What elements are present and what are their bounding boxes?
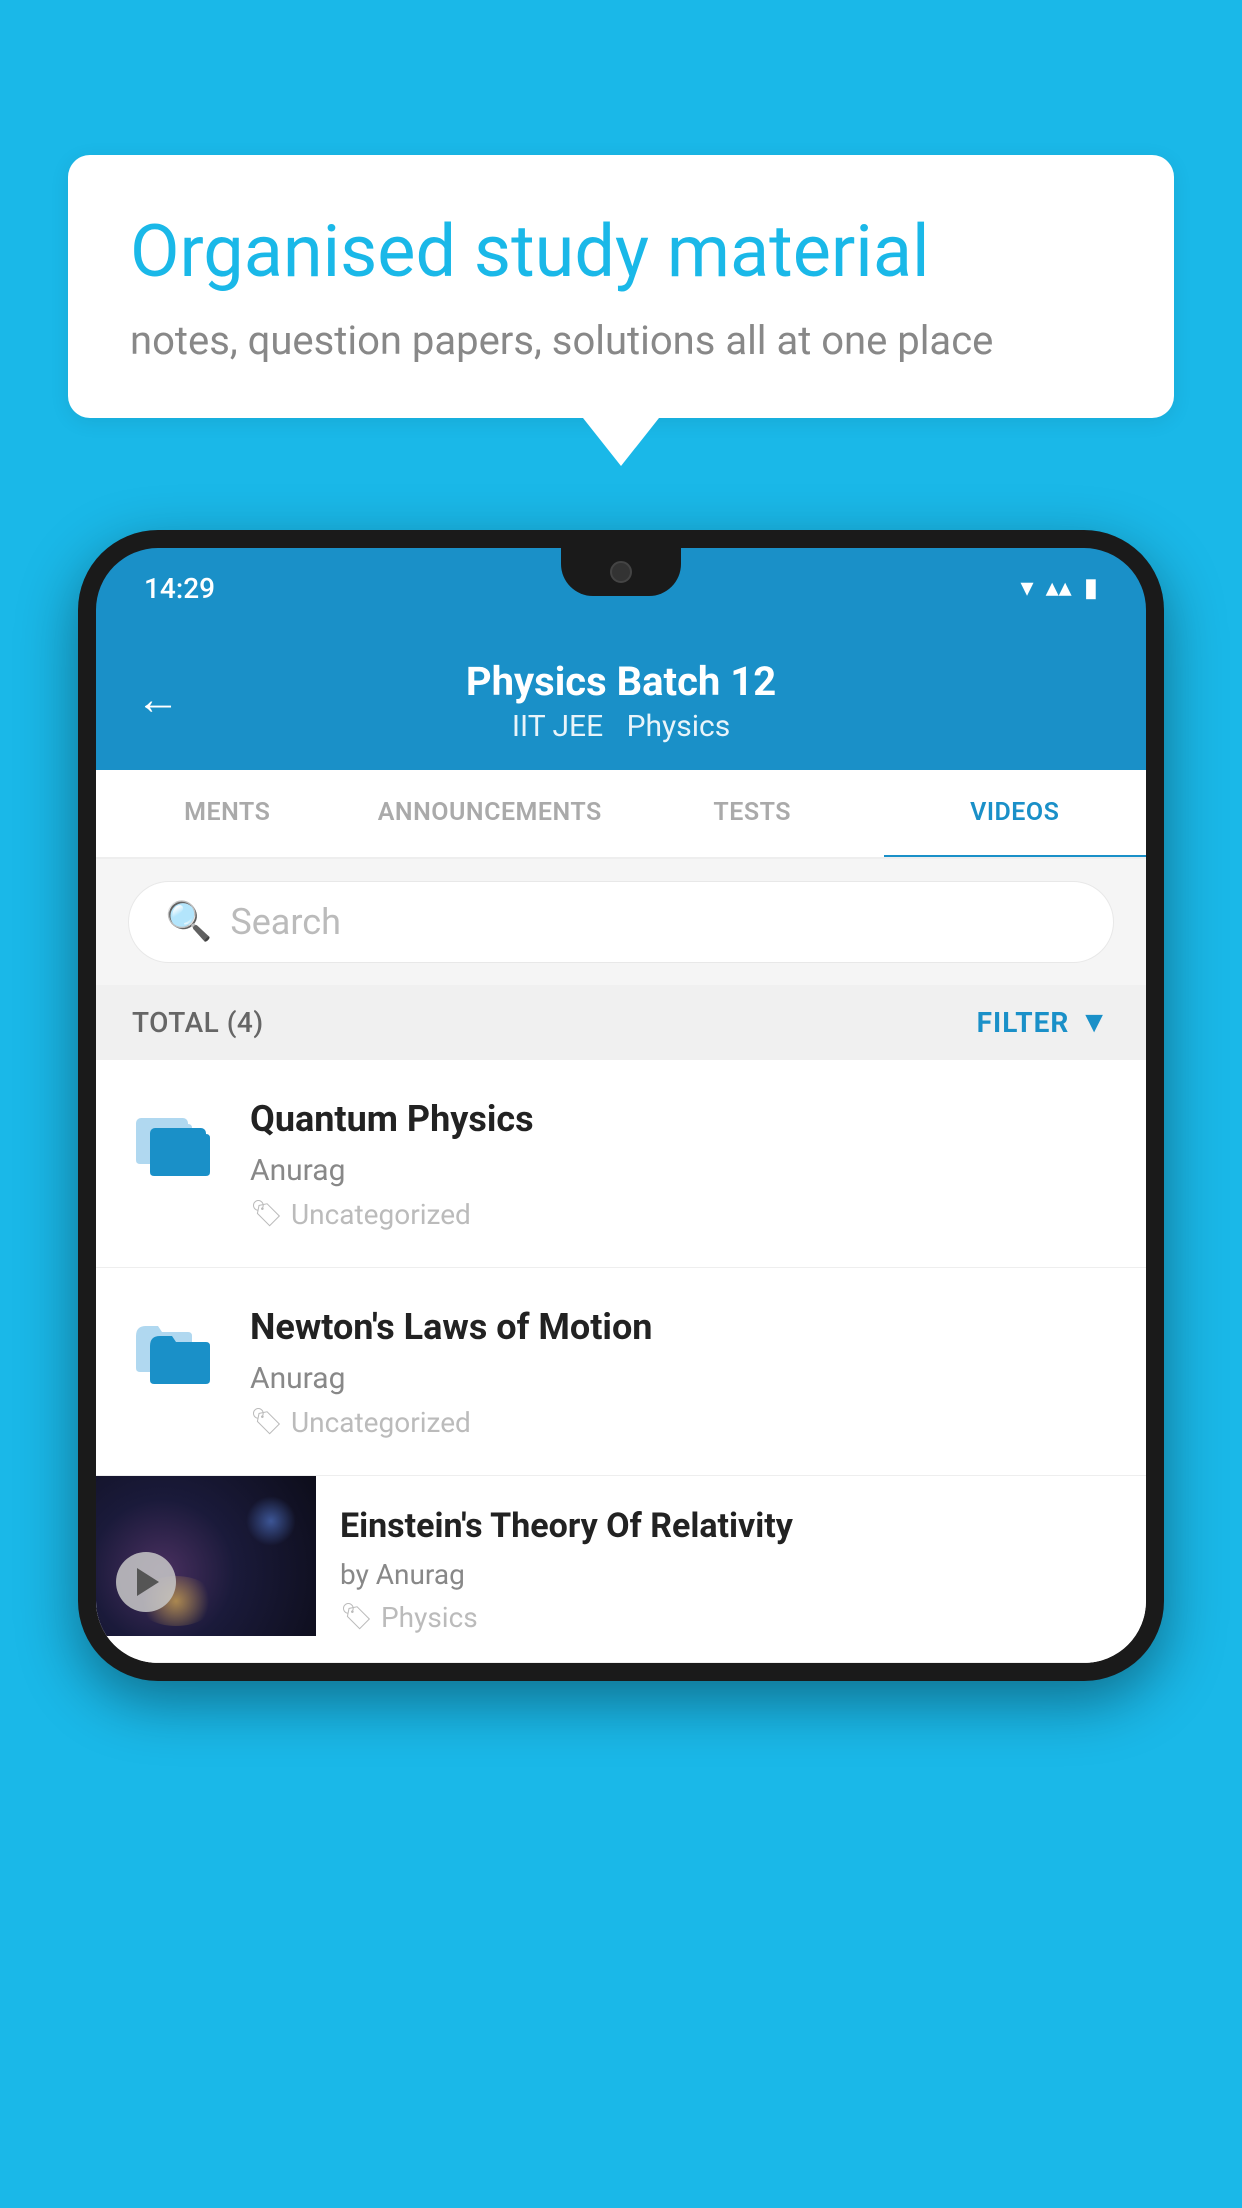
- phone-notch: [561, 548, 681, 596]
- tab-ments[interactable]: MENTS: [96, 770, 359, 859]
- play-triangle-icon: [137, 1568, 159, 1596]
- thumbnail-background: [96, 1476, 316, 1636]
- video-author: Anurag: [250, 1153, 1110, 1188]
- tabs-bar: MENTS ANNOUNCEMENTS TESTS VIDEOS: [96, 770, 1146, 859]
- search-box[interactable]: 🔍 Search: [128, 881, 1114, 963]
- bubble-arrow: [583, 418, 659, 466]
- tag-icon: 🏷: [250, 1407, 283, 1437]
- tab-tests[interactable]: TESTS: [621, 770, 884, 859]
- filter-button[interactable]: FILTER ▼: [977, 1005, 1110, 1040]
- tag-icon: 🏷: [340, 1602, 373, 1632]
- subtitle-iitjee: IIT JEE: [512, 709, 603, 744]
- video-tag: Uncategorized: [291, 1198, 471, 1231]
- video-author: by Anurag: [340, 1558, 1118, 1591]
- search-placeholder-text: Search: [230, 901, 341, 943]
- app-header-title: Physics Batch 12: [466, 658, 776, 705]
- video-title: Newton's Laws of Motion: [250, 1304, 1110, 1351]
- video-tag-row: 🏷 Uncategorized: [250, 1198, 1110, 1231]
- status-icons: ▾ ▴▴ ▮: [1021, 573, 1098, 603]
- video-tag: Uncategorized: [291, 1406, 471, 1439]
- filter-bar: TOTAL (4) FILTER ▼: [96, 985, 1146, 1060]
- folder-icon: [132, 1308, 220, 1396]
- folder-icon: [132, 1100, 220, 1188]
- total-label: TOTAL (4): [132, 1006, 264, 1039]
- list-item[interactable]: Newton's Laws of Motion Anurag 🏷 Uncateg…: [96, 1268, 1146, 1476]
- app-header: ← Physics Batch 12 IIT JEE Physics: [96, 628, 1146, 770]
- wifi-icon: ▾: [1021, 573, 1034, 603]
- tab-videos[interactable]: VIDEOS: [884, 770, 1147, 859]
- back-button[interactable]: ←: [136, 673, 180, 725]
- video-info: Quantum Physics Anurag 🏷 Uncategorized: [250, 1096, 1110, 1231]
- video-title: Einstein's Theory Of Relativity: [340, 1504, 1118, 1548]
- search-icon: 🔍: [165, 900, 212, 944]
- search-container: 🔍 Search: [96, 859, 1146, 985]
- tag-icon: 🏷: [250, 1199, 283, 1229]
- bubble-title: Organised study material: [130, 209, 1112, 295]
- video-tag-row: 🏷 Uncategorized: [250, 1406, 1110, 1439]
- subtitle-physics: Physics: [627, 709, 731, 744]
- play-button[interactable]: [116, 1552, 176, 1612]
- video-info: Newton's Laws of Motion Anurag 🏷 Uncateg…: [250, 1304, 1110, 1439]
- phone-wrapper: 14:29 ▾ ▴▴ ▮ ← Physics Batch 12 IIT JEE …: [78, 530, 1164, 2208]
- status-time: 14:29: [144, 572, 215, 605]
- video-author: Anurag: [250, 1361, 1110, 1396]
- video-tag: Physics: [381, 1601, 478, 1634]
- video-thumbnail: [96, 1476, 316, 1636]
- list-item[interactable]: Quantum Physics Anurag 🏷 Uncategorized: [96, 1060, 1146, 1268]
- bubble-subtitle: notes, question papers, solutions all at…: [130, 317, 1112, 364]
- video-list: Quantum Physics Anurag 🏷 Uncategorized: [96, 1060, 1146, 1663]
- tab-announcements[interactable]: ANNOUNCEMENTS: [359, 770, 622, 859]
- speech-bubble-container: Organised study material notes, question…: [68, 155, 1174, 466]
- speech-bubble-card: Organised study material notes, question…: [68, 155, 1174, 418]
- glow-orb2: [246, 1496, 296, 1546]
- status-bar: 14:29 ▾ ▴▴ ▮: [96, 548, 1146, 628]
- camera-dot: [610, 561, 632, 583]
- filter-funnel-icon: ▼: [1079, 1005, 1110, 1040]
- app-header-subtitle: IIT JEE Physics: [512, 709, 730, 744]
- list-item[interactable]: Einstein's Theory Of Relativity by Anura…: [96, 1476, 1146, 1663]
- video-title: Quantum Physics: [250, 1096, 1110, 1143]
- video-info: Einstein's Theory Of Relativity by Anura…: [316, 1476, 1146, 1662]
- video-tag-row: 🏷 Physics: [340, 1601, 1118, 1634]
- phone-outer: 14:29 ▾ ▴▴ ▮ ← Physics Batch 12 IIT JEE …: [78, 530, 1164, 1681]
- phone-screen: ← Physics Batch 12 IIT JEE Physics MENTS…: [96, 628, 1146, 1663]
- filter-label: FILTER: [977, 1006, 1070, 1039]
- battery-icon: ▮: [1084, 573, 1098, 603]
- signal-icon: ▴▴: [1046, 573, 1072, 603]
